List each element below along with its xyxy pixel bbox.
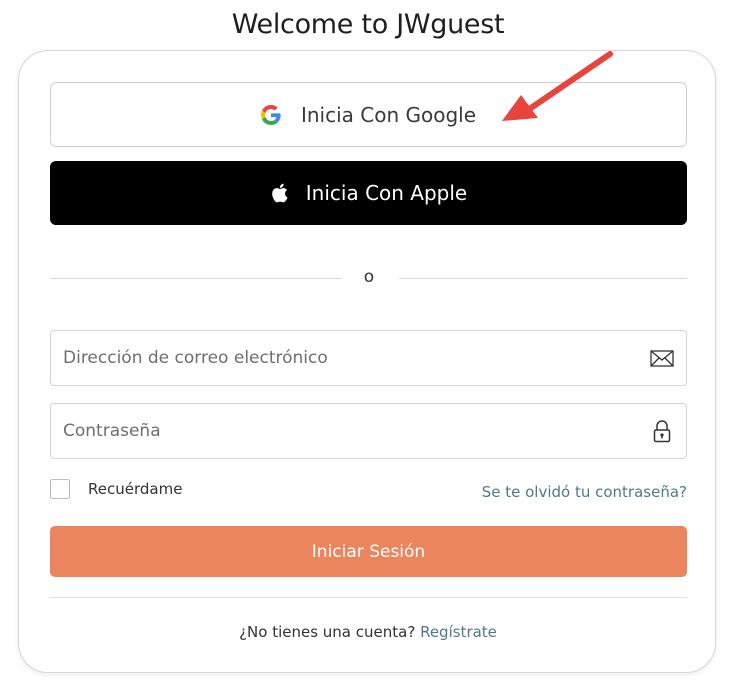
google-g-icon: [260, 104, 281, 125]
forgot-password-link[interactable]: Se te olvidó tu contraseña?: [482, 483, 687, 501]
divider-text: o: [363, 267, 375, 287]
signup-link[interactable]: Regístrate: [420, 623, 497, 641]
sign-in-button[interactable]: Iniciar Sesión: [50, 526, 687, 577]
footer-divider: [50, 597, 687, 598]
google-signin-label: Inicia Con Google: [300, 102, 477, 127]
login-card: Inicia Con Google Inicia Con Apple o Dir…: [18, 50, 716, 673]
email-field[interactable]: [51, 331, 648, 385]
google-signin-button[interactable]: Inicia Con Google: [50, 82, 687, 147]
divider-left: [50, 278, 342, 279]
envelope-icon: [648, 344, 676, 372]
remember-me-label: Recuérdame: [88, 480, 183, 498]
padlock-icon: [648, 417, 676, 445]
password-field[interactable]: [51, 404, 648, 458]
remember-me-checkbox[interactable]: [50, 479, 70, 499]
apple-signin-button[interactable]: Inicia Con Apple: [50, 161, 687, 225]
apple-signin-label: Inicia Con Apple: [305, 181, 468, 205]
remember-me-row: Recuérdame: [50, 479, 182, 499]
signup-prompt-text: ¿No tienes una cuenta?: [239, 623, 416, 641]
divider-right: [399, 278, 687, 279]
apple-icon: [270, 181, 292, 205]
sign-in-label: Iniciar Sesión: [311, 541, 426, 562]
password-field-wrapper: [50, 403, 687, 459]
page-title: Welcome to JWguest: [231, 9, 505, 40]
email-field-wrapper: [50, 330, 687, 386]
signup-prompt: ¿No tienes una cuenta? Regístrate: [19, 623, 717, 641]
